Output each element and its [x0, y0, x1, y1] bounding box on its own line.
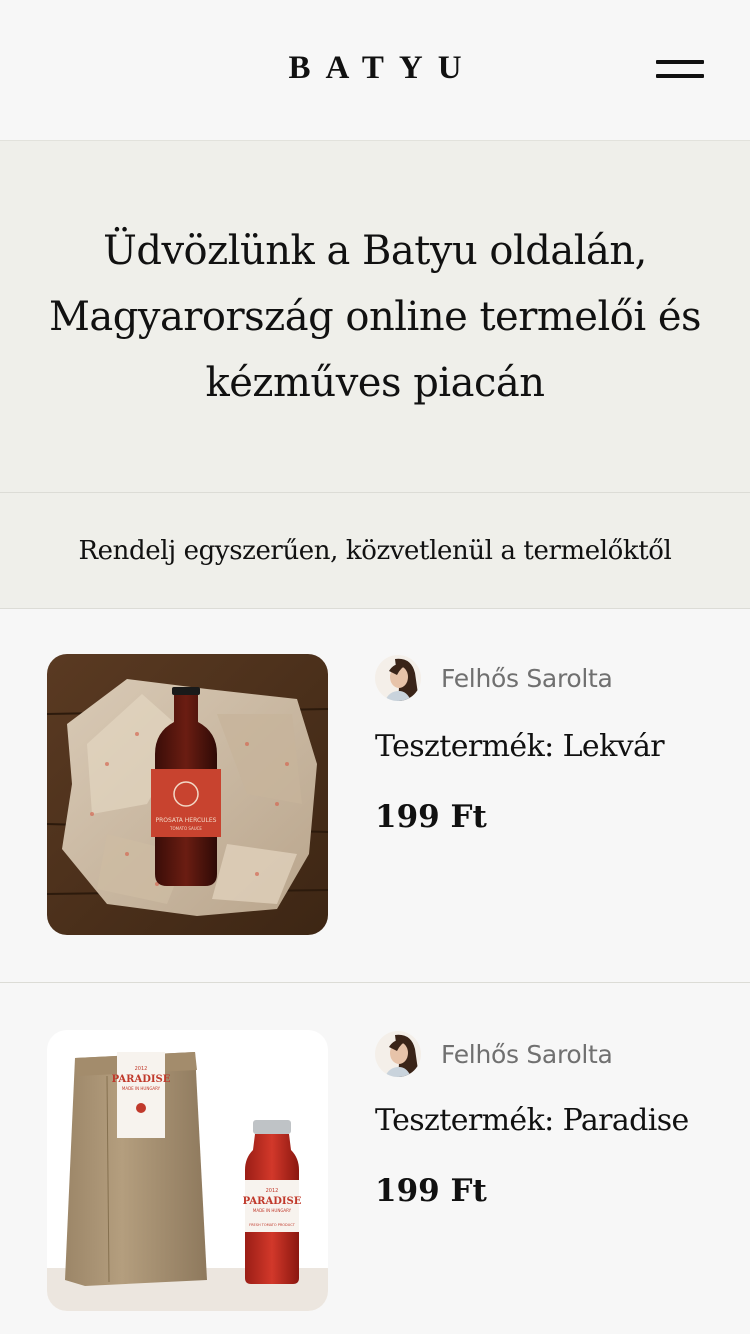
product-price: 199 Ft: [375, 799, 487, 835]
tagline-section: Rendelj egyszerűen, közvetlenül a termel…: [0, 493, 750, 609]
app-header: BATYU: [0, 0, 750, 141]
hamburger-menu-icon[interactable]: [654, 58, 706, 82]
seller-link[interactable]: Felhős Sarolta: [375, 1030, 613, 1078]
product-price: 199 Ft: [375, 1173, 487, 1209]
product-image[interactable]: 2012 PARADISE MADE IN HUNGARY 2012 PARAD…: [47, 1030, 328, 1311]
jar-label-bottom: FRESH TOMATO PRODUCT: [249, 1223, 296, 1227]
site-logo[interactable]: BATYU: [0, 50, 750, 87]
paradise-bag-and-jar-photo: 2012 PARADISE MADE IN HUNGARY 2012 PARAD…: [47, 1030, 328, 1311]
bottle-label-text: PROSATA HERCULES: [156, 817, 217, 824]
jar-label-sub: MADE IN HUNGARY: [253, 1208, 292, 1213]
jar-label: PARADISE: [243, 1196, 302, 1207]
seller-avatar: [375, 1031, 421, 1077]
menu-line: [656, 60, 704, 64]
product-image[interactable]: PROSATA HERCULES TOMATO SAUCE: [47, 654, 328, 935]
bag-label-sub: MADE IN HUNGARY: [122, 1086, 161, 1091]
bottle-label-subtext: TOMATO SAUCE: [169, 826, 202, 831]
lekvar-bottle-photo: PROSATA HERCULES TOMATO SAUCE: [47, 654, 328, 935]
product-card[interactable]: 2012 PARADISE MADE IN HUNGARY 2012 PARAD…: [0, 983, 750, 1334]
seller-name: Felhős Sarolta: [441, 1039, 613, 1069]
product-card[interactable]: PROSATA HERCULES TOMATO SAUCE Felhős Sar…: [0, 609, 750, 983]
product-name[interactable]: Tesztermék: Lekvár: [375, 729, 665, 764]
hero-section: Üdvözlünk a Batyu oldalán, Magyarország …: [0, 141, 750, 493]
seller-name: Felhős Sarolta: [441, 663, 613, 693]
tagline-text: Rendelj egyszerűen, közvetlenül a termel…: [78, 535, 672, 566]
jar-label-top: 2012: [266, 1188, 279, 1194]
bag-label: PARADISE: [112, 1074, 171, 1085]
bag-label-top: 2012: [135, 1066, 148, 1072]
menu-line: [656, 74, 704, 78]
seller-link[interactable]: Felhős Sarolta: [375, 654, 613, 702]
product-name[interactable]: Tesztermék: Paradise: [375, 1103, 689, 1138]
hero-title: Üdvözlünk a Batyu oldalán, Magyarország …: [48, 227, 702, 406]
seller-avatar: [375, 655, 421, 701]
